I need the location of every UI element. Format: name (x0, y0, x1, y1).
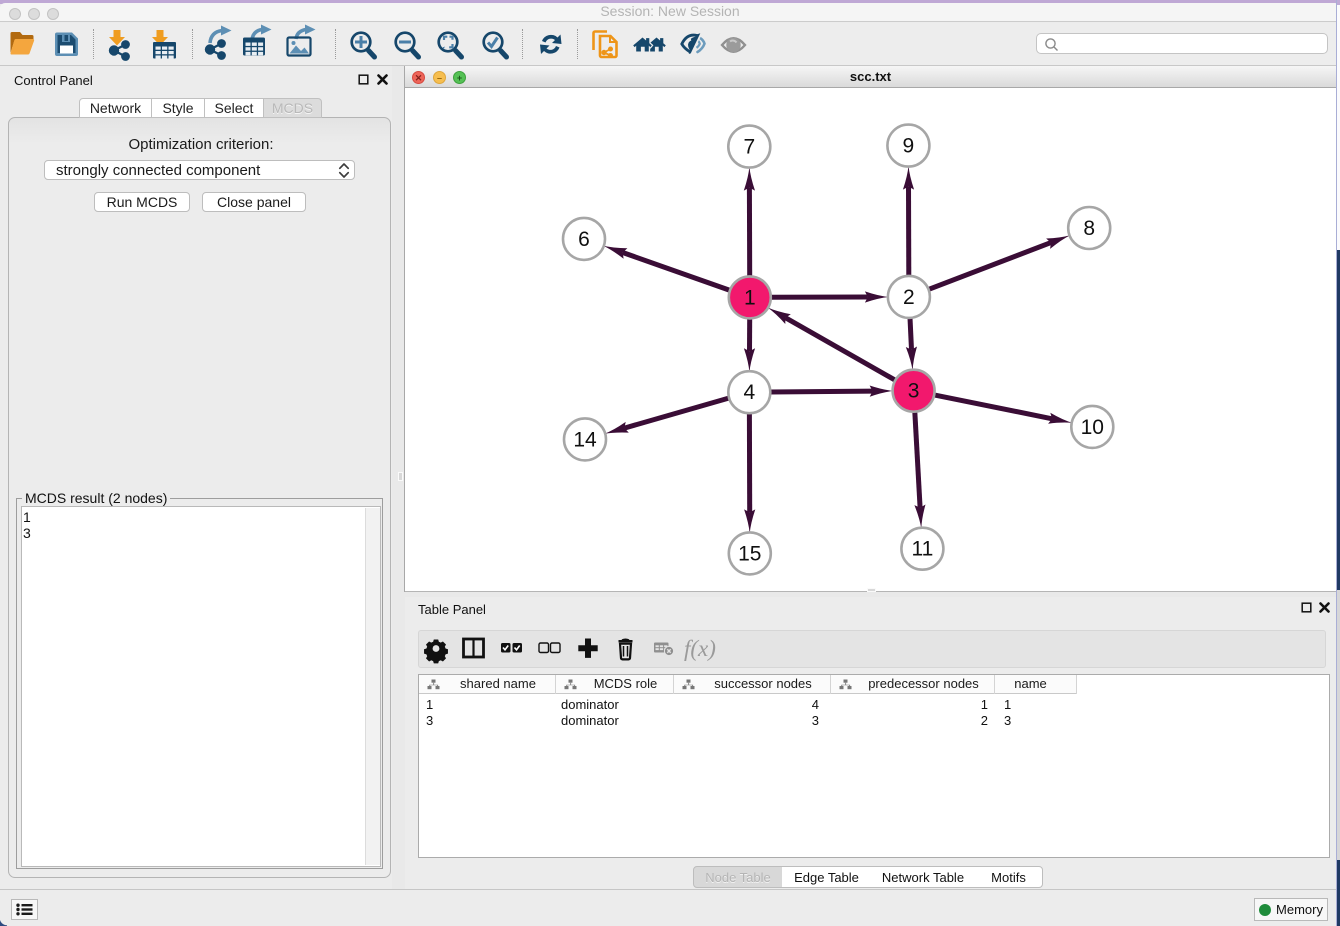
svg-text:11: 11 (911, 538, 933, 561)
svg-text:1: 1 (744, 286, 756, 309)
svg-text:14: 14 (573, 428, 597, 451)
svg-text:9: 9 (903, 135, 915, 158)
svg-text:6: 6 (578, 228, 590, 251)
svg-text:8: 8 (1083, 217, 1095, 240)
svg-text:2: 2 (903, 286, 915, 309)
svg-text:4: 4 (743, 381, 755, 404)
svg-text:f(x): f(x) (684, 636, 716, 661)
svg-text:10: 10 (1081, 416, 1104, 439)
svg-text:7: 7 (743, 136, 755, 159)
svg-text:15: 15 (738, 542, 761, 565)
svg-text:3: 3 (908, 380, 920, 403)
